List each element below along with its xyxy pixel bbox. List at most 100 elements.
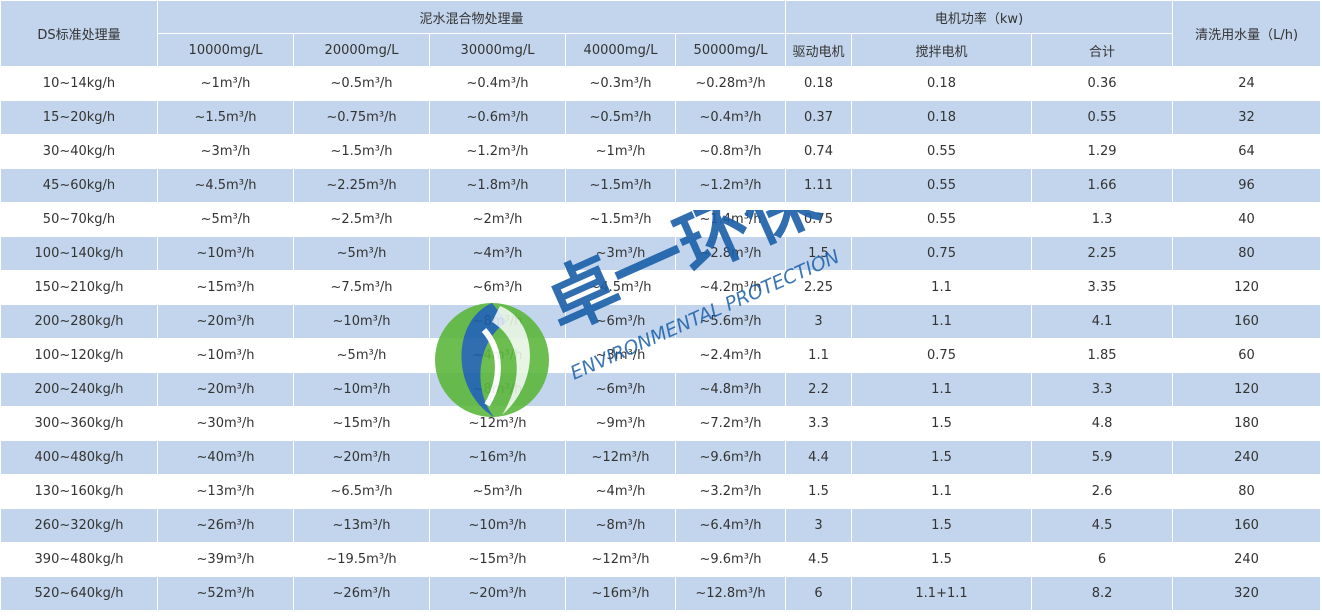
stir-motor-cell: 1.5 bbox=[851, 542, 1033, 577]
stir-motor-cell: 1.5 bbox=[851, 508, 1033, 543]
header-wash: 清洗用水量（L/h) bbox=[1172, 0, 1322, 67]
table-row: 130~160kg/h ~13m³/h ~6.5m³/h ~5m³/h ~4m³/h ~3… bbox=[0, 474, 1322, 509]
mixture-10000-cell: ~3m³/h bbox=[157, 134, 294, 169]
mixture-40000-cell: ~3m³/h bbox=[565, 338, 676, 373]
stir-motor-cell: 1.1 bbox=[851, 304, 1033, 339]
mixture-30000-cell: ~10m³/h bbox=[429, 508, 566, 543]
mixture-10000-cell: ~4.5m³/h bbox=[157, 168, 294, 203]
mixture-20000-cell: ~2.25m³/h bbox=[293, 168, 430, 203]
table-row: 200~280kg/h ~20m³/h ~10m³/h ~8m³/h ~6m³/h ~5.… bbox=[0, 304, 1322, 339]
mixture-30000-cell: ~8m³/h bbox=[429, 372, 566, 407]
drive-motor-cell: 1.1 bbox=[785, 338, 853, 373]
total-power-cell: 0.36 bbox=[1031, 66, 1174, 101]
mixture-40000-cell: ~0.3m³/h bbox=[565, 66, 676, 101]
wash-water-cell: 160 bbox=[1172, 508, 1322, 543]
mixture-20000-cell: ~26m³/h bbox=[293, 576, 430, 611]
ds-capacity-cell: 150~210kg/h bbox=[0, 270, 158, 305]
mixture-30000-cell: ~4m³/h bbox=[429, 236, 566, 271]
header-concentration: 10000mg/L bbox=[157, 33, 294, 67]
mixture-10000-cell: ~52m³/h bbox=[157, 576, 294, 611]
mixture-50000-cell: ~3.2m³/h bbox=[674, 474, 787, 509]
mixture-40000-cell: ~6m³/h bbox=[565, 372, 676, 407]
mixture-20000-cell: ~19.5m³/h bbox=[293, 542, 430, 577]
mixture-30000-cell: ~6m³/h bbox=[429, 270, 566, 305]
mixture-10000-cell: ~20m³/h bbox=[157, 372, 294, 407]
ds-capacity-cell: 10~14kg/h bbox=[0, 66, 158, 101]
mixture-40000-cell: ~9m³/h bbox=[565, 406, 676, 441]
mixture-30000-cell: ~20m³/h bbox=[429, 576, 566, 611]
mixture-40000-cell: ~12m³/h bbox=[565, 440, 676, 475]
ds-capacity-cell: 45~60kg/h bbox=[0, 168, 158, 203]
mixture-50000-cell: ~4.8m³/h bbox=[674, 372, 787, 407]
wash-water-cell: 180 bbox=[1172, 406, 1322, 441]
mixture-30000-cell: ~8m³/h bbox=[429, 304, 566, 339]
stir-motor-cell: 1.1 bbox=[851, 372, 1033, 407]
mixture-40000-cell: ~12m³/h bbox=[565, 542, 676, 577]
mixture-40000-cell: ~0.5m³/h bbox=[565, 100, 676, 135]
mixture-20000-cell: ~10m³/h bbox=[293, 304, 430, 339]
table-row: 260~320kg/h ~26m³/h ~13m³/h ~10m³/h ~8m³/h ~6… bbox=[0, 508, 1322, 543]
table-row: 390~480kg/h ~39m³/h ~19.5m³/h ~15m³/h ~12m³/… bbox=[0, 542, 1322, 577]
table-row: 15~20kg/h ~1.5m³/h ~0.75m³/h ~0.6m³/h ~0.5m³… bbox=[0, 100, 1322, 135]
stir-motor-cell: 1.1 bbox=[851, 270, 1033, 305]
total-power-cell: 3.3 bbox=[1031, 372, 1174, 407]
ds-capacity-cell: 260~320kg/h bbox=[0, 508, 158, 543]
table-row: 100~140kg/h ~10m³/h ~5m³/h ~4m³/h ~3m³/h ~2.8… bbox=[0, 236, 1322, 271]
drive-motor-cell: 1.5 bbox=[785, 474, 853, 509]
mixture-20000-cell: ~2.5m³/h bbox=[293, 202, 430, 237]
mixture-40000-cell: ~1.5m³/h bbox=[565, 168, 676, 203]
mixture-40000-cell: ~1.5m³/h bbox=[565, 202, 676, 237]
table-row: 100~120kg/h ~10m³/h ~5m³/h ~4m³/h ~3m³/h ~2.4… bbox=[0, 338, 1322, 373]
drive-motor-cell: 0.74 bbox=[785, 134, 853, 169]
table-row: 150~210kg/h ~15m³/h ~7.5m³/h ~6m³/h ~4.5m³/h… bbox=[0, 270, 1322, 305]
mixture-50000-cell: ~0.4m³/h bbox=[674, 100, 787, 135]
total-power-cell: 1.29 bbox=[1031, 134, 1174, 169]
wash-water-cell: 240 bbox=[1172, 542, 1322, 577]
mixture-50000-cell: ~4.2m³/h bbox=[674, 270, 787, 305]
mixture-40000-cell: ~1m³/h bbox=[565, 134, 676, 169]
header-concentration: 30000mg/L bbox=[429, 33, 566, 67]
total-power-cell: 1.85 bbox=[1031, 338, 1174, 373]
header-ds: DS标准处理量 bbox=[0, 0, 158, 67]
header-total: 合计 bbox=[1031, 33, 1174, 67]
ds-capacity-cell: 50~70kg/h bbox=[0, 202, 158, 237]
table-row: 300~360kg/h ~30m³/h ~15m³/h ~12m³/h ~9m³/h ~7… bbox=[0, 406, 1322, 441]
drive-motor-cell: 4.5 bbox=[785, 542, 853, 577]
wash-water-cell: 240 bbox=[1172, 440, 1322, 475]
mixture-30000-cell: ~16m³/h bbox=[429, 440, 566, 475]
mixture-50000-cell: ~7.2m³/h bbox=[674, 406, 787, 441]
mixture-40000-cell: ~4.5m³/h bbox=[565, 270, 676, 305]
wash-water-cell: 40 bbox=[1172, 202, 1322, 237]
total-power-cell: 2.25 bbox=[1031, 236, 1174, 271]
header-motor: 电机功率（kw) bbox=[785, 0, 1174, 34]
mixture-20000-cell: ~10m³/h bbox=[293, 372, 430, 407]
stir-motor-cell: 1.5 bbox=[851, 406, 1033, 441]
drive-motor-cell: 3 bbox=[785, 508, 853, 543]
mixture-50000-cell: ~0.8m³/h bbox=[674, 134, 787, 169]
ds-capacity-cell: 400~480kg/h bbox=[0, 440, 158, 475]
total-power-cell: 4.1 bbox=[1031, 304, 1174, 339]
mixture-50000-cell: ~5.6m³/h bbox=[674, 304, 787, 339]
mixture-10000-cell: ~10m³/h bbox=[157, 236, 294, 271]
header-concentration: 40000mg/L bbox=[565, 33, 676, 67]
table-row: 200~240kg/h ~20m³/h ~10m³/h ~8m³/h ~6m³/h ~4.… bbox=[0, 372, 1322, 407]
mixture-10000-cell: ~30m³/h bbox=[157, 406, 294, 441]
total-power-cell: 8.2 bbox=[1031, 576, 1174, 611]
mixture-50000-cell: ~0.28m³/h bbox=[674, 66, 787, 101]
wash-water-cell: 120 bbox=[1172, 372, 1322, 407]
mixture-10000-cell: ~20m³/h bbox=[157, 304, 294, 339]
drive-motor-cell: 0.75 bbox=[785, 202, 853, 237]
total-power-cell: 3.35 bbox=[1031, 270, 1174, 305]
wash-water-cell: 64 bbox=[1172, 134, 1322, 169]
table-row: 520~640kg/h ~52m³/h ~26m³/h ~20m³/h ~16m³/h ~… bbox=[0, 576, 1322, 611]
mixture-20000-cell: ~13m³/h bbox=[293, 508, 430, 543]
drive-motor-cell: 2.25 bbox=[785, 270, 853, 305]
total-power-cell: 0.55 bbox=[1031, 100, 1174, 135]
wash-water-cell: 32 bbox=[1172, 100, 1322, 135]
header-stir-motor: 搅拌电机 bbox=[851, 33, 1033, 67]
mixture-40000-cell: ~4m³/h bbox=[565, 474, 676, 509]
mixture-10000-cell: ~40m³/h bbox=[157, 440, 294, 475]
wash-water-cell: 160 bbox=[1172, 304, 1322, 339]
mixture-40000-cell: ~6m³/h bbox=[565, 304, 676, 339]
mixture-10000-cell: ~10m³/h bbox=[157, 338, 294, 373]
